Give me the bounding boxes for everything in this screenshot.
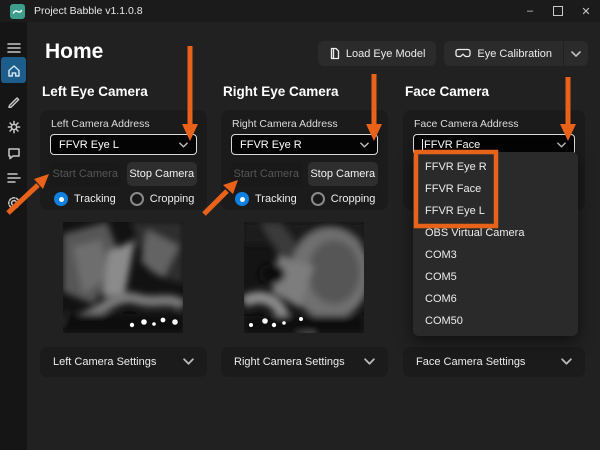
sidebar-item-logs[interactable]	[0, 165, 27, 191]
model-file-icon	[329, 47, 340, 60]
eye-calibration-group: Eye Calibration	[444, 41, 588, 66]
sidebar-nav	[0, 22, 27, 450]
face-camera-dropdown-list: FFVR Eye RFFVR FaceFFVR Eye LOBS Virtual…	[413, 152, 578, 336]
right-camera-address-select[interactable]: FFVR Eye R	[231, 134, 378, 155]
title-bar: Project Babble v1.1.0.8 – ✕	[0, 0, 600, 22]
stop-camera-button[interactable]: Stop Camera	[308, 162, 379, 186]
dropdown-option[interactable]: FFVR Face	[413, 178, 578, 200]
dropdown-option[interactable]: COM50	[413, 310, 578, 332]
sidebar-item-home[interactable]	[1, 57, 26, 83]
address-label: Left Camera Address	[51, 118, 150, 130]
chevron-down-icon	[360, 139, 369, 151]
section-heading: Face Camera	[405, 84, 489, 99]
text-cursor	[422, 139, 423, 151]
start-camera-button[interactable]: Start Camera	[231, 162, 302, 186]
close-button[interactable]: ✕	[572, 0, 600, 22]
gear-icon	[7, 196, 21, 210]
header-actions: Load Eye Model Eye Calibration	[318, 41, 588, 66]
cropping-radio[interactable]	[130, 192, 144, 206]
address-label: Right Camera Address	[232, 118, 338, 130]
right-eye-camera-section: Right Eye Camera Right Camera Address FF…	[221, 84, 388, 384]
dropdown-option[interactable]: COM6	[413, 288, 578, 310]
maximize-button[interactable]	[544, 0, 572, 22]
maximize-icon	[553, 6, 563, 16]
sidebar-item-edit[interactable]	[0, 88, 27, 114]
chat-bubble-icon	[7, 147, 21, 160]
sidebar-item-settings[interactable]	[0, 190, 27, 216]
left-eye-camera-section: Left Eye Camera Left Camera Address FFVR…	[40, 84, 207, 384]
chevron-down-icon	[561, 356, 572, 368]
face-camera-settings-button[interactable]: Face Camera Settings	[403, 347, 585, 377]
face-camera-section: Face Camera Face Camera Address FFVR Fac…	[403, 84, 585, 384]
section-heading: Left Eye Camera	[42, 84, 148, 99]
right-camera-panel: Right Camera Address FFVR Eye R Start Ca…	[221, 110, 388, 210]
gear-filled-icon	[7, 120, 21, 134]
chevron-down-icon	[179, 139, 188, 151]
eye-calibration-button[interactable]: Eye Calibration	[444, 41, 563, 66]
page-title: Home	[45, 40, 103, 64]
minimize-button[interactable]: –	[516, 0, 544, 22]
tracking-radio[interactable]	[235, 192, 249, 206]
window-title: Project Babble v1.1.0.8	[34, 5, 143, 17]
stop-camera-button[interactable]: Stop Camera	[127, 162, 198, 186]
left-camera-settings-button[interactable]: Left Camera Settings	[40, 347, 207, 377]
dropdown-option[interactable]: OBS Virtual Camera	[413, 222, 578, 244]
left-camera-preview	[63, 222, 183, 333]
dropdown-option[interactable]: COM5	[413, 266, 578, 288]
list-icon	[7, 172, 21, 184]
app-window: Project Babble v1.1.0.8 – ✕ Home	[0, 0, 600, 450]
dropdown-option[interactable]: COM3	[413, 244, 578, 266]
left-camera-panel: Left Camera Address FFVR Eye L Start Cam…	[40, 110, 207, 210]
load-eye-model-button[interactable]: Load Eye Model	[318, 41, 437, 66]
pencil-icon	[7, 95, 20, 108]
app-logo-icon	[10, 4, 25, 19]
left-camera-address-select[interactable]: FFVR Eye L	[50, 134, 197, 155]
sidebar-item-algorithms[interactable]	[0, 114, 27, 140]
chevron-down-icon	[557, 139, 566, 151]
cropping-radio[interactable]	[311, 192, 325, 206]
start-camera-button[interactable]: Start Camera	[50, 162, 121, 186]
right-camera-settings-button[interactable]: Right Camera Settings	[221, 347, 388, 377]
tracking-radio[interactable]	[54, 192, 68, 206]
eye-calibration-dropdown-button[interactable]	[564, 41, 588, 66]
chevron-down-icon	[571, 48, 581, 60]
section-heading: Right Eye Camera	[223, 84, 339, 99]
chevron-down-icon	[183, 356, 194, 368]
dropdown-option[interactable]: FFVR Eye L	[413, 200, 578, 222]
vr-goggles-icon	[455, 48, 471, 59]
right-camera-preview	[244, 222, 364, 333]
address-label: Face Camera Address	[414, 118, 518, 130]
home-icon	[7, 64, 21, 77]
sidebar-item-messages[interactable]	[0, 140, 27, 166]
chevron-down-icon	[364, 356, 375, 368]
dropdown-option[interactable]: FFVR Eye R	[413, 156, 578, 178]
